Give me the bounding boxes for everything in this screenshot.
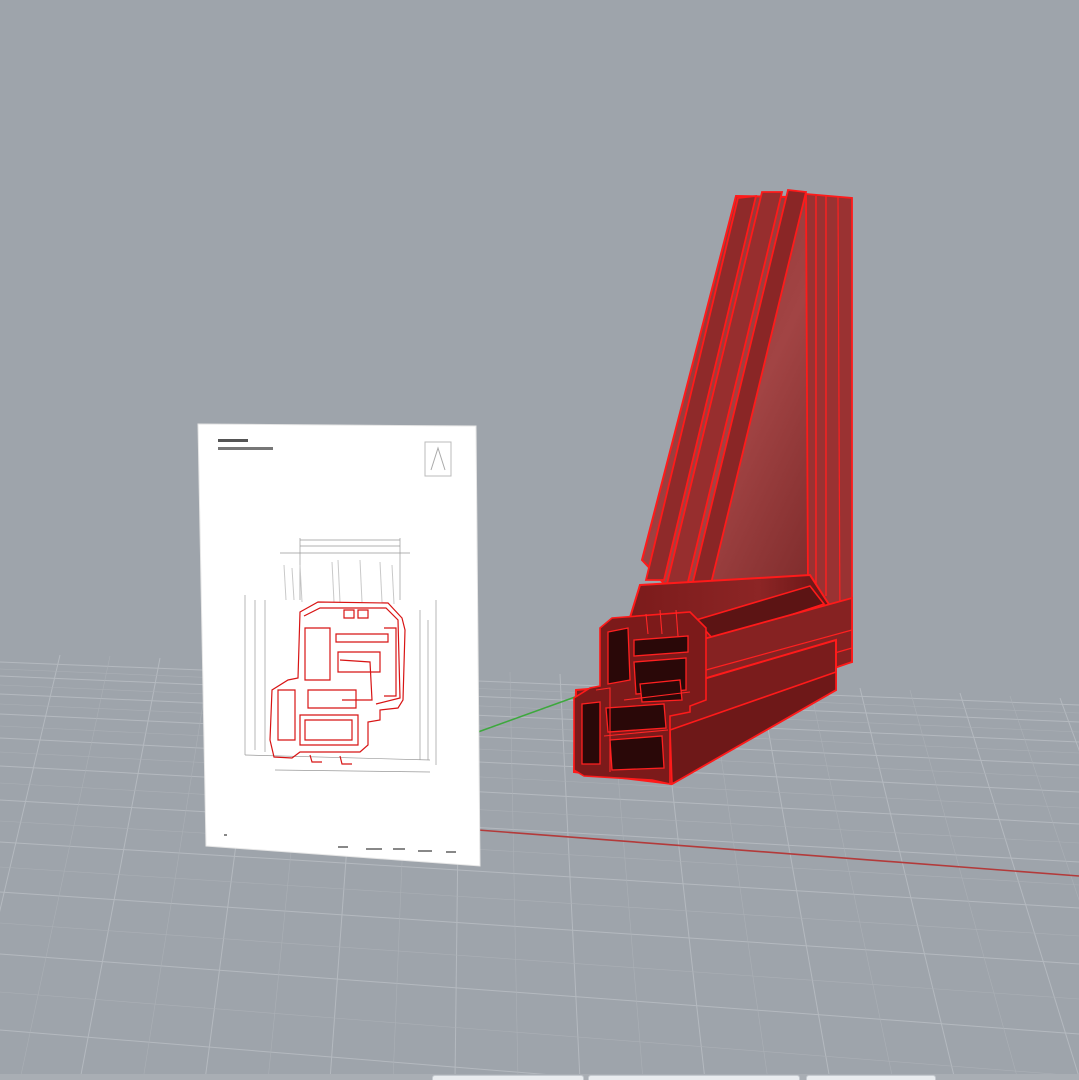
viewport-scene[interactable] — [0, 0, 1079, 1080]
viewport-tab-3[interactable] — [806, 1075, 936, 1080]
construction-grid-minor — [0, 655, 1079, 1080]
sheet-header-line-1 — [218, 439, 248, 442]
sheet-header-line-2 — [218, 447, 273, 450]
window-frame-model[interactable] — [572, 189, 854, 786]
drawing-sheet[interactable] — [197, 423, 481, 867]
viewport-tab-2[interactable] — [588, 1075, 800, 1080]
construction-grid — [0, 654, 1079, 1080]
viewport-tab-strip — [0, 1074, 1079, 1080]
viewport-tab-1[interactable] — [432, 1075, 584, 1080]
x-axis-line — [477, 829, 1079, 877]
sheet-paper — [197, 423, 481, 867]
3d-viewport[interactable] — [0, 0, 1079, 1080]
